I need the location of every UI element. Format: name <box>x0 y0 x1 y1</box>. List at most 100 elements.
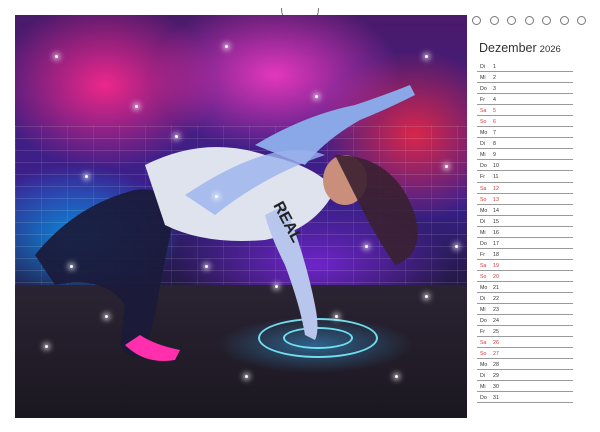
binding-hole <box>524 16 534 25</box>
day-row[interactable]: Mi 2 <box>477 72 573 84</box>
weekday-label: Fr <box>480 329 485 336</box>
day-number: 25 <box>493 329 499 336</box>
day-number: 1 <box>493 64 496 70</box>
month-name: Dezember <box>479 41 537 55</box>
day-row[interactable]: Di 8 <box>477 138 573 150</box>
binding-hole <box>472 16 481 25</box>
day-row[interactable]: Do 31 <box>477 392 573 404</box>
weekday-label: Sa <box>480 185 487 192</box>
day-number: 24 <box>493 318 499 325</box>
day-row[interactable]: Di 22 <box>477 293 573 305</box>
day-number: 13 <box>493 196 499 203</box>
weekday-label: Fr <box>480 174 485 181</box>
sparkle <box>245 375 248 378</box>
day-row[interactable]: Do 3 <box>477 83 573 95</box>
sparkle <box>175 135 178 138</box>
binding-hole <box>489 16 499 25</box>
sparkle <box>70 265 73 268</box>
sparkle <box>445 165 448 168</box>
sparkle <box>275 285 278 288</box>
day-row[interactable]: Do 10 <box>477 160 573 172</box>
month-title: Dezember 2026 <box>479 41 589 57</box>
dancer-figure: REAL <box>35 85 418 361</box>
day-row[interactable]: Di 1 <box>477 61 573 73</box>
day-number: 23 <box>493 307 499 314</box>
weekday-label: Di <box>480 373 486 380</box>
year: 2026 <box>539 44 561 55</box>
day-row[interactable]: Sa 19 <box>477 260 573 271</box>
day-list: Di 1 Mi 2 Do 3 Fr 4 Sa 5 So 6 Mo 7 Di 8 Mi 9 Do 10 Fr 11 Sa 12 S… <box>477 61 573 404</box>
day-number: 17 <box>493 240 499 247</box>
day-row[interactable]: Fr 25 <box>477 326 573 338</box>
weekday-label: Sa <box>480 262 487 269</box>
day-row[interactable]: Mi 9 <box>477 149 573 161</box>
sparkle <box>335 315 338 318</box>
binding-hole <box>577 16 586 25</box>
day-number: 8 <box>493 141 496 148</box>
day-number: 15 <box>493 218 499 225</box>
sparkle <box>55 55 58 58</box>
day-number: 30 <box>493 384 499 391</box>
weekday-label: Di <box>480 64 486 70</box>
weekday-label: Fr <box>480 97 485 104</box>
weekday-label: Mo <box>480 362 488 369</box>
day-row[interactable]: Fr 11 <box>477 171 573 183</box>
sparkle <box>425 55 428 58</box>
weekday-label: Mo <box>480 130 488 137</box>
day-row[interactable]: Do 17 <box>477 238 573 249</box>
day-number: 21 <box>493 284 499 291</box>
sparkle <box>395 375 398 378</box>
day-row[interactable]: Sa 12 <box>477 183 573 194</box>
day-row[interactable]: So 13 <box>477 194 573 205</box>
day-row[interactable]: Mo 14 <box>477 205 573 216</box>
weekday-label: So <box>480 119 487 126</box>
weekday-label: Di <box>480 295 486 302</box>
day-number: 9 <box>493 152 496 159</box>
weekday-label: Sa <box>480 340 487 347</box>
day-number: 14 <box>493 207 499 214</box>
weekday-label: Fr <box>480 251 485 258</box>
day-number: 18 <box>493 251 499 258</box>
sparkle <box>455 245 458 248</box>
day-row[interactable]: Mi 16 <box>477 227 573 238</box>
day-row[interactable]: Mo 7 <box>477 127 573 139</box>
day-row[interactable]: Mo 28 <box>477 359 573 371</box>
day-number: 5 <box>493 108 496 115</box>
day-number: 11 <box>493 174 499 181</box>
day-row[interactable]: Mi 23 <box>477 304 573 316</box>
day-row[interactable]: Mo 21 <box>477 282 573 293</box>
sparkle <box>45 345 48 348</box>
sparkle <box>225 45 228 48</box>
day-number: 3 <box>493 86 496 93</box>
day-number: 29 <box>493 373 499 380</box>
weekday-label: Do <box>480 86 487 93</box>
binding-hole <box>559 16 569 25</box>
day-number: 4 <box>493 97 496 104</box>
day-row[interactable]: Di 15 <box>477 216 573 227</box>
sparkle <box>315 95 318 98</box>
weekday-label: Do <box>480 318 487 325</box>
day-row[interactable]: Fr 4 <box>477 94 573 106</box>
sparkle <box>365 245 368 248</box>
weekday-label: So <box>480 351 487 358</box>
day-number: 26 <box>493 340 499 347</box>
day-row[interactable]: Fr 18 <box>477 249 573 260</box>
weekday-label: Mi <box>480 307 486 314</box>
day-row[interactable]: Sa 26 <box>477 337 573 349</box>
weekday-label: Do <box>480 240 487 247</box>
day-row[interactable]: So 20 <box>477 271 573 282</box>
day-row[interactable]: So 6 <box>477 116 573 128</box>
day-number: 20 <box>493 273 499 280</box>
day-number: 12 <box>493 185 499 192</box>
day-row[interactable]: Sa 5 <box>477 105 573 117</box>
breakdancer-photo: REAL <box>15 15 467 418</box>
day-row[interactable]: Mi 30 <box>477 381 573 393</box>
day-row[interactable]: Do 24 <box>477 315 573 327</box>
weekday-label: Mi <box>480 75 486 82</box>
weekday-label: So <box>480 273 487 280</box>
day-row[interactable]: So 27 <box>477 348 573 360</box>
weekday-label: Mo <box>480 207 488 214</box>
day-row[interactable]: Di 29 <box>477 370 573 382</box>
sparkle <box>425 295 428 298</box>
day-number: 2 <box>493 75 496 82</box>
